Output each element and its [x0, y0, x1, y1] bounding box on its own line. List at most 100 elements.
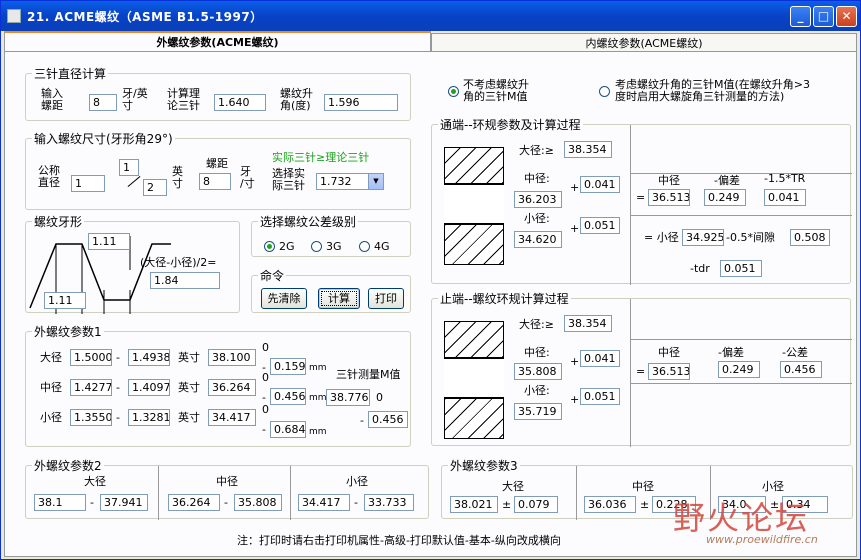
go-v-dev: 0.249 [704, 189, 746, 206]
go-minor-add: 0.051 [580, 217, 620, 234]
fraction-denominator-input[interactable]: 2 [143, 179, 167, 196]
tolerance-2g-radio[interactable] [264, 241, 275, 252]
plus: + [570, 181, 580, 194]
ext3-minor-label: 小径 [762, 480, 784, 493]
external-params-2-group: 外螺纹参数2 大径 38.1 - 37.941 中径 36.264 - 35.8… [25, 457, 429, 520]
m-upper-dev: 0 [376, 391, 383, 404]
app-window: 21. ACME螺纹（ASME B1.5-1997） _ □ ✕ 外螺纹参数(A… [0, 0, 861, 560]
no-lead-angle-radio[interactable] [448, 86, 459, 97]
clear-button[interactable]: 先清除 [261, 288, 307, 309]
profile-title: 螺纹牙形 [32, 213, 85, 230]
ext2-pitch-min: 35.808 [234, 494, 282, 511]
chevron-down-icon[interactable]: ▼ [368, 174, 383, 189]
equals: = [636, 191, 646, 204]
go-tdr-value: 0.051 [720, 260, 762, 277]
pitch-input[interactable]: 8 [89, 94, 117, 111]
go-v-tr: 0.041 [764, 189, 806, 206]
profile-formula: (大径-小径)/2= [140, 256, 217, 269]
go-separator [630, 125, 631, 285]
lead-angle-radio[interactable] [599, 86, 610, 97]
major-lower-dev: 0.159 [270, 358, 306, 375]
pitch-mm: 36.264 [208, 379, 256, 396]
inch-unit: 英寸 [178, 411, 200, 424]
maximize-button[interactable]: □ [813, 6, 834, 27]
tab-external-thread[interactable]: 外螺纹参数(ACME螺纹) [4, 31, 431, 53]
actual-wire-note: 实际三针≥理论三针 [272, 151, 370, 164]
theory-wire-value: 1.640 [214, 94, 266, 111]
major-upper-dev: 0 [262, 341, 269, 354]
lead-angle-value: 1.596 [324, 94, 398, 111]
go-pitch-label: 中径: [524, 172, 550, 185]
inch-unit: 英 寸 [172, 165, 183, 190]
ext2-major-max: 38.1 [34, 494, 86, 511]
dash: - [116, 411, 120, 424]
plus: + [570, 393, 580, 406]
wire-select-value: 1.732 [320, 175, 352, 188]
ext2-separator [290, 466, 291, 520]
nogo-minor-add: 0.051 [580, 388, 620, 405]
go-pitch-add: 0.041 [580, 176, 620, 193]
dash: - [116, 351, 120, 364]
size-pitch-input[interactable]: 8 [199, 173, 231, 190]
pitch-lower-dev: 0.456 [270, 388, 306, 405]
m-value-label: 三针测量M值 [336, 368, 401, 381]
tolerance-title: 选择螺纹公差级别 [258, 213, 359, 230]
dash: - [262, 423, 266, 436]
tolerance-group: 选择螺纹公差级别 2G 3G 4G [251, 213, 411, 257]
print-button[interactable]: 打印 [368, 288, 404, 309]
nogo-v-pitch: 36.513 [648, 363, 690, 380]
ext2-minor-label: 小径 [346, 475, 368, 488]
pitch-label: 输入 螺距 [41, 87, 63, 112]
go-pitch-value: 36.203 [514, 191, 562, 208]
wire-select[interactable]: 1.732 ▼ [316, 173, 384, 190]
window-title: 21. ACME螺纹（ASME B1.5-1997） [27, 10, 263, 24]
minor-diameter-label: 小径 [40, 411, 62, 424]
plus: + [570, 355, 580, 368]
tab-internal-thread[interactable]: 内螺纹参数(ACME螺纹) [431, 33, 857, 53]
major-inch-min: 1.4938 [128, 349, 170, 366]
nominal-whole-input[interactable]: 1 [71, 175, 105, 192]
tolerance-4g-radio[interactable] [359, 241, 370, 252]
go-major-label: 大径:≥ [519, 144, 554, 157]
external-params-1-group: 外螺纹参数1 大径 1.5000 - 1.4938 英寸 38.100 0 - … [25, 323, 411, 447]
ext3-pitch-label: 中径 [632, 480, 654, 493]
fraction-numerator-input[interactable]: 1 [119, 159, 139, 176]
profile-depth-value: 1.84 [150, 272, 220, 289]
dash: - [224, 496, 228, 509]
go-gauge-title: 通端--环规参数及计算过程 [438, 116, 583, 133]
pitch-diameter-label: 中径 [40, 381, 62, 394]
tolerance-3g-radio[interactable] [311, 241, 322, 252]
pitch-inch-max: 1.4277 [70, 379, 112, 396]
profile-bottom-width: 1.11 [44, 292, 86, 309]
go-v-pitch: 36.513 [648, 189, 690, 206]
nogo-col-pitch: 中径 [658, 346, 680, 359]
three-wire-group: 三针直径计算 输入 螺距 8 牙/英 寸 计算理 论三针 1.640 螺纹升 角… [25, 65, 411, 121]
external-params-1-title: 外螺纹参数1 [32, 323, 104, 340]
equals: = [636, 365, 646, 378]
tolerance-3g-label: 3G [326, 240, 342, 253]
ext3-major-tol: 0.079 [514, 496, 558, 513]
go-col-dev: -偏差 [714, 174, 740, 187]
plus-minus: ± [502, 498, 512, 511]
size-pitch-label: 螺距 [206, 157, 228, 170]
external-params-3-title: 外螺纹参数3 [448, 457, 520, 474]
go-tdr-label: -tdr [690, 262, 710, 275]
go-col-tr: -1.5*TR [764, 172, 806, 185]
size-input-group: 输入螺纹尺寸(牙形角29°) 实际三针≥理论三针 公称 直径 1 1 2 英 寸… [25, 130, 411, 210]
ext2-major-label: 大径 [84, 475, 106, 488]
nogo-separator [630, 299, 631, 447]
close-button[interactable]: ✕ [836, 6, 857, 27]
calculate-button[interactable]: 计算 [318, 288, 360, 309]
dash: - [90, 496, 94, 509]
nogo-pitch-label: 中径: [524, 346, 550, 359]
plus: + [570, 222, 580, 235]
minimize-button[interactable]: _ [790, 6, 811, 27]
theory-wire-label: 计算理 论三针 [167, 87, 200, 112]
go-minor-value: 34.620 [514, 231, 562, 248]
ext3-separator [576, 466, 577, 520]
major-inch-max: 1.5000 [70, 349, 112, 366]
nominal-diameter-label: 公称 直径 [38, 164, 60, 189]
title-bar[interactable]: 21. ACME螺纹（ASME B1.5-1997） _ □ ✕ [1, 1, 860, 31]
minor-upper-dev: 0 [262, 403, 269, 416]
go-major-value: 38.354 [564, 141, 612, 158]
